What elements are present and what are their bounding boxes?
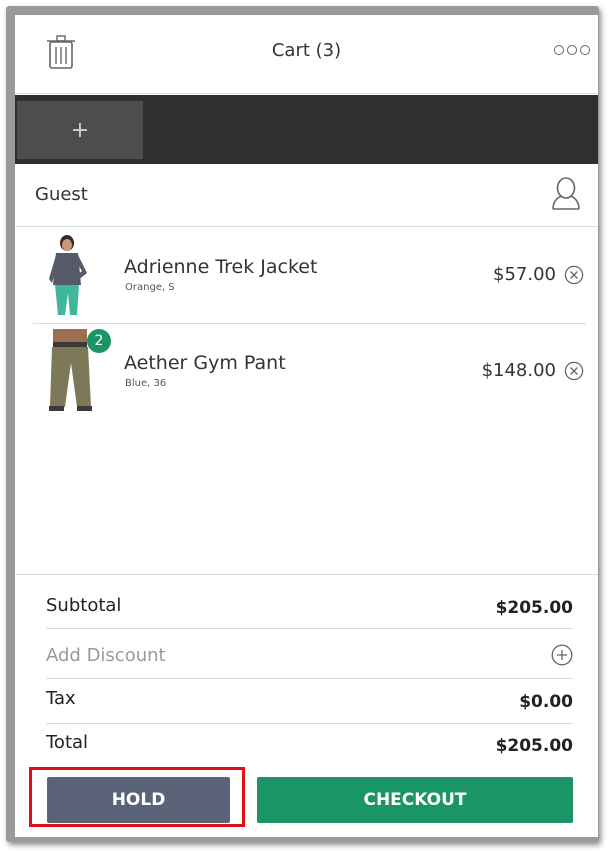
totals-section: Subtotal $205.00 Add Discount Tax $0.00 …	[15, 574, 598, 756]
subtotal-value: $205.00	[495, 598, 573, 618]
remove-item-icon[interactable]	[564, 361, 584, 381]
cart-items-list: Adrienne Trek Jacket Orange, S $57.00 2 …	[15, 227, 598, 419]
add-cart-tab-button[interactable]: +	[17, 101, 143, 159]
add-discount-label[interactable]: Add Discount	[46, 645, 166, 666]
total-value: $205.00	[495, 736, 573, 756]
item-options: Blue, 36	[125, 378, 167, 389]
item-name[interactable]: Adrienne Trek Jacket	[124, 256, 317, 278]
cart-header: Cart (3)	[15, 15, 598, 94]
add-discount-row[interactable]: Add Discount	[46, 629, 573, 679]
item-price: $148.00	[481, 360, 556, 381]
checkout-button[interactable]: CHECKOUT	[257, 777, 573, 823]
subtotal-label: Subtotal	[46, 595, 122, 616]
cart-item[interactable]: Adrienne Trek Jacket Orange, S $57.00	[15, 227, 598, 323]
customer-label: Guest	[35, 184, 88, 205]
subtotal-row: Subtotal $205.00	[46, 585, 573, 629]
more-dot	[554, 45, 564, 55]
cart-item[interactable]: 2 Aether Gym Pant Blue, 36 $148.00	[15, 323, 598, 419]
item-price: $57.00	[493, 264, 556, 285]
tax-label: Tax	[46, 688, 76, 709]
cart-tab-bar: +	[15, 95, 598, 164]
jacket-photo[interactable]	[37, 233, 103, 317]
more-dot	[567, 45, 577, 55]
item-name[interactable]: Aether Gym Pant	[124, 352, 286, 374]
hold-button[interactable]: HOLD	[47, 777, 230, 823]
cart-title: Cart (3)	[271, 40, 342, 61]
quantity-badge: 2	[87, 329, 111, 353]
item-options: Orange, S	[125, 282, 175, 293]
tax-row: Tax $0.00	[46, 679, 573, 724]
total-label: Total	[46, 732, 89, 753]
more-dot	[580, 45, 590, 55]
remove-item-icon[interactable]	[564, 265, 584, 285]
user-icon[interactable]	[551, 176, 581, 210]
total-row: Total $205.00	[46, 724, 573, 764]
cart-panel: Cart (3) + Guest Adrienne Trek Jacket Or…	[15, 15, 598, 837]
customer-row[interactable]: Guest	[15, 164, 598, 227]
tax-value: $0.00	[519, 692, 573, 712]
more-options-icon[interactable]	[554, 45, 590, 55]
add-circle-icon[interactable]	[551, 644, 573, 666]
